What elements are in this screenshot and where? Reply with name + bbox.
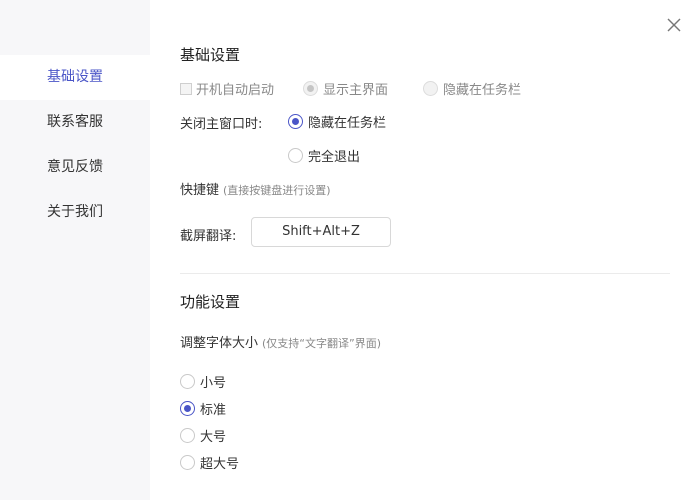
font-size-standard-label: 标准: [200, 403, 227, 418]
close-hide-taskbar-radio[interactable]: 隐藏在任务栏: [288, 112, 386, 131]
radio-circle: [180, 374, 195, 389]
startup-show-main-radio[interactable]: 显示主界面: [303, 79, 388, 98]
sidebar-item-contact-support[interactable]: 联系客服: [0, 100, 150, 145]
font-size-standard-radio[interactable]: 标准: [180, 399, 226, 418]
auto-start-label: 开机自动启动: [196, 83, 275, 98]
font-size-small-label: 小号: [200, 376, 227, 391]
shortcut-hint: (直接按键盘进行设置): [223, 184, 331, 197]
font-size-xlarge-radio[interactable]: 超大号: [180, 453, 239, 472]
font-size-large-radio[interactable]: 大号: [180, 426, 226, 445]
close-button[interactable]: [664, 15, 684, 35]
basic-settings-title: 基础设置: [180, 46, 241, 64]
sidebar: 基础设置 联系客服 意见反馈 关于我们: [0, 0, 150, 500]
close-icon: [667, 18, 681, 32]
screenshot-translate-shortcut-input[interactable]: Shift+Alt+Z: [251, 217, 391, 247]
font-size-label: 调整字体大小: [180, 336, 259, 351]
feature-settings-title: 功能设置: [180, 293, 241, 311]
startup-hide-taskbar-radio[interactable]: 隐藏在任务栏: [423, 79, 521, 98]
font-size-xlarge-label: 超大号: [200, 457, 240, 472]
shortcut-title: 快捷键: [180, 183, 220, 198]
font-size-hint: (仅支持“文字翻译”界面): [262, 337, 381, 350]
sidebar-item-feedback[interactable]: 意见反馈: [0, 145, 150, 190]
section-divider: [180, 273, 670, 274]
radio-circle: [288, 148, 303, 163]
close-hide-label: 隐藏在任务栏: [308, 116, 387, 131]
auto-start-checkbox[interactable]: 开机自动启动: [180, 79, 274, 98]
font-size-header: 调整字体大小 (仅支持“文字翻译”界面): [180, 332, 381, 351]
sidebar-item-basic-settings[interactable]: 基础设置: [0, 55, 150, 100]
radio-circle: [180, 401, 195, 416]
radio-circle: [180, 455, 195, 470]
radio-circle: [423, 81, 438, 96]
radio-circle: [180, 428, 195, 443]
radio-circle: [288, 114, 303, 129]
sidebar-item-about-us[interactable]: 关于我们: [0, 190, 150, 235]
close-exit-label: 完全退出: [308, 150, 361, 165]
checkbox-box: [180, 82, 192, 95]
font-size-large-label: 大号: [200, 430, 227, 445]
show-main-label: 显示主界面: [323, 83, 389, 98]
shortcut-section-header: 快捷键 (直接按键盘进行设置): [180, 179, 331, 198]
hide-taskbar-label: 隐藏在任务栏: [443, 83, 522, 98]
close-main-window-label: 关闭主窗口时:: [180, 117, 263, 132]
radio-circle: [303, 81, 318, 96]
screenshot-translate-label: 截屏翻译:: [180, 229, 237, 244]
close-exit-radio[interactable]: 完全退出: [288, 146, 360, 165]
font-size-small-radio[interactable]: 小号: [180, 372, 226, 391]
